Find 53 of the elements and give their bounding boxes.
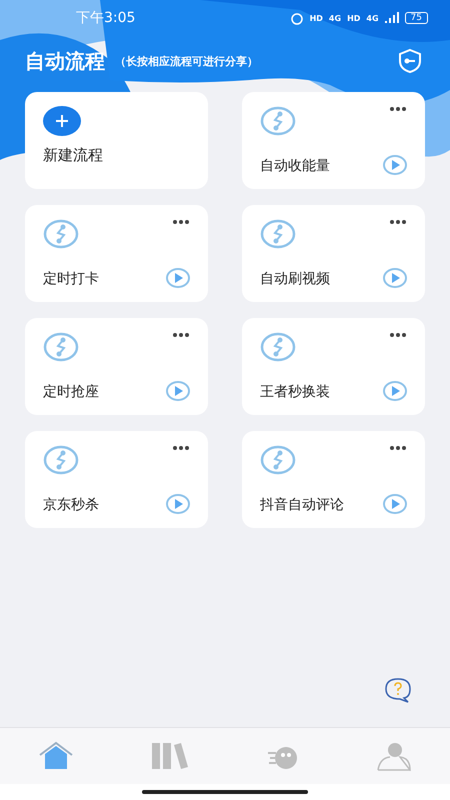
flow-card[interactable]: 自动收能量 [242,92,425,189]
play-button[interactable] [166,381,190,401]
new-flow-card[interactable]: 新建流程 [25,92,208,189]
play-button[interactable] [166,494,190,514]
flow-icon [43,445,79,475]
flow-icon [43,332,79,362]
more-icon[interactable] [389,445,407,451]
card-title: 定时抢座 [43,383,99,401]
play-button[interactable] [383,494,407,514]
flow-icon [43,219,79,249]
card-title: 定时打卡 [43,270,99,288]
share-hint: （长按相应流程可进行分享） [115,54,259,68]
plus-icon [55,114,69,128]
more-icon[interactable] [172,445,190,451]
card-title: 京东秒杀 [43,496,99,514]
page-title: 自动流程 [25,48,105,74]
flow-icon [260,106,296,136]
card-title: 新建流程 [43,146,104,166]
more-icon[interactable] [172,332,190,338]
flow-icon [260,445,296,475]
network-label: HD [310,14,323,22]
more-icon[interactable] [389,106,407,112]
flow-icon [260,332,296,362]
flow-card[interactable]: 定时抢座 [25,318,208,415]
signal-icon [384,12,399,24]
flow-icon [260,219,296,249]
more-icon[interactable] [389,219,407,225]
more-icon[interactable] [389,332,407,338]
play-button[interactable] [383,268,407,288]
play-button[interactable] [383,381,407,401]
flow-card[interactable]: 自动刷视频 [242,205,425,302]
flow-card[interactable]: 京东秒杀 [25,431,208,528]
card-title: 自动刷视频 [260,270,330,288]
add-button[interactable] [43,106,81,136]
flow-card[interactable]: 王者秒换装 [242,318,425,415]
network-label: 4G [328,14,342,22]
network-label: HD [347,14,360,22]
home-icon [38,741,74,771]
flow-card[interactable]: 抖音自动评论 [242,431,425,528]
shield-key-icon[interactable] [398,48,422,74]
battery-level: 75 [404,12,428,24]
card-title: 自动收能量 [260,157,330,175]
play-button[interactable] [166,268,190,288]
play-button[interactable] [383,155,407,175]
books-icon [150,741,190,771]
more-icon[interactable] [172,219,190,225]
help-icon[interactable] [384,677,412,703]
person-icon [376,741,412,771]
card-title: 王者秒换装 [260,383,330,401]
flow-card[interactable]: 定时打卡 [25,205,208,302]
network-label: 4G [366,14,379,22]
card-title: 抖音自动评论 [260,496,344,514]
alarm-icon [290,11,304,25]
